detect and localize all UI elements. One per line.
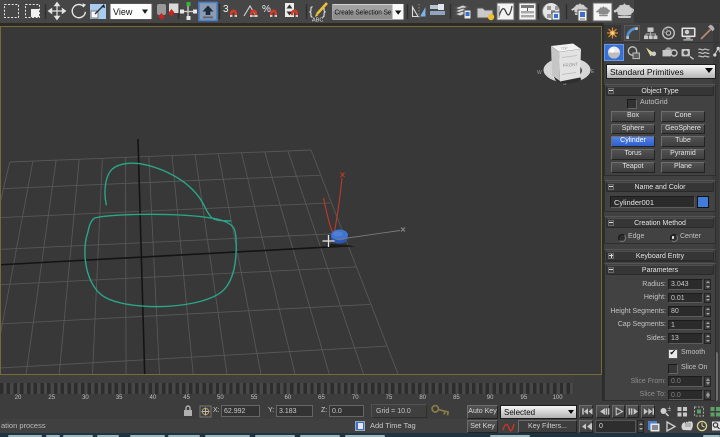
svg-text:{: { bbox=[309, 4, 313, 18]
svg-text:View: View bbox=[113, 7, 133, 17]
svg-text:Create Selection Se: Create Selection Se bbox=[335, 8, 392, 17]
svg-text:%: % bbox=[262, 4, 271, 15]
svg-text:±: ± bbox=[668, 406, 672, 413]
svg-text:W: W bbox=[537, 70, 542, 76]
svg-text:ABC: ABC bbox=[312, 18, 323, 24]
svg-text:3: 3 bbox=[223, 4, 229, 15]
svg-text:E: E bbox=[591, 69, 595, 75]
